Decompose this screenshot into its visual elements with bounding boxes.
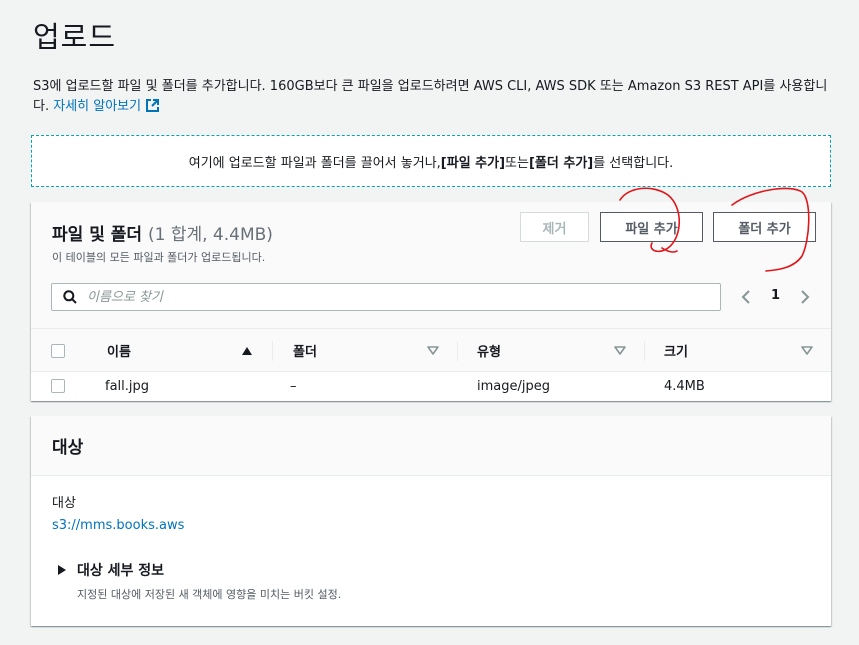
- destination-details-title: 대상 세부 정보: [77, 563, 165, 579]
- table-row[interactable]: fall.jpg – image/jpeg 4.4MB: [31, 372, 831, 401]
- files-panel-title: 파일 및 폴더 (1 합계, 4.4MB): [52, 220, 273, 245]
- destination-details-expander[interactable]: 대상 세부 정보: [58, 560, 164, 580]
- destination-panel-header: 대상: [31, 416, 831, 476]
- sort-ascending-icon[interactable]: [242, 347, 252, 355]
- remove-button[interactable]: 제거: [520, 212, 589, 242]
- pagination-prev-icon[interactable]: [740, 289, 752, 305]
- destination-link[interactable]: s3://mms.books.aws: [52, 518, 184, 533]
- dropzone-add-folder: [폴더 추가]: [528, 155, 594, 171]
- row-type: image/jpeg: [477, 379, 550, 394]
- add-files-button[interactable]: 파일 추가: [600, 212, 703, 242]
- upload-dropzone[interactable]: 여기에 업로드할 파일과 폴더를 끌어서 놓거나, [파일 추가] 또는 [폴더…: [31, 135, 831, 187]
- table-header: 이름 폴더 유형 크기: [31, 328, 831, 372]
- select-all-checkbox[interactable]: [51, 344, 65, 358]
- row-name: fall.jpg: [105, 379, 150, 394]
- external-link-icon: [146, 99, 160, 112]
- page-title: 업로드: [33, 20, 117, 54]
- dropzone-add-files: [파일 추가]: [440, 155, 506, 171]
- column-header-type[interactable]: 유형: [477, 329, 501, 371]
- destination-panel-title: 대상: [52, 438, 84, 458]
- column-divider: [457, 341, 458, 361]
- search-icon: [63, 290, 77, 304]
- pagination-next-icon[interactable]: [799, 289, 811, 305]
- column-header-name[interactable]: 이름: [107, 329, 131, 371]
- sort-icon[interactable]: [427, 346, 439, 355]
- dropzone-prefix: 여기에 업로드할 파일과 폴더를 끌어서 놓거나,: [188, 155, 441, 171]
- caret-right-icon: [58, 565, 66, 575]
- column-header-size[interactable]: 크기: [664, 329, 688, 371]
- files-and-folders-panel: 파일 및 폴더 (1 합계, 4.4MB) 이 테이블의 모든 파일과 폴더가 …: [31, 202, 831, 401]
- search-input[interactable]: [87, 289, 687, 305]
- files-count: (1 합계, 4.4MB): [147, 225, 273, 245]
- page-description: S3에 업로드할 파일 및 폴더를 추가합니다. 160GB보다 큰 파일을 업…: [33, 77, 833, 117]
- sort-icon[interactable]: [614, 346, 626, 355]
- destination-panel: 대상 대상 s3://mms.books.aws 대상 세부 정보 지정된 대상…: [31, 416, 831, 626]
- learn-more-label: 자세히 알아보기: [53, 99, 142, 114]
- column-divider: [272, 341, 273, 361]
- row-folder: –: [290, 379, 297, 394]
- learn-more-link[interactable]: 자세히 알아보기: [53, 99, 160, 114]
- column-divider: [644, 341, 645, 361]
- search-box: [51, 283, 721, 311]
- files-panel-header: 파일 및 폴더 (1 합계, 4.4MB) 이 테이블의 모든 파일과 폴더가 …: [31, 202, 831, 328]
- sort-icon[interactable]: [801, 346, 813, 355]
- column-header-folder[interactable]: 폴더: [293, 329, 317, 371]
- pagination-page-number[interactable]: 1: [771, 288, 780, 303]
- dropzone-middle: 또는: [505, 155, 529, 171]
- files-panel-subtitle: 이 테이블의 모든 파일과 폴더가 업로드됩니다.: [52, 251, 266, 264]
- add-folder-button[interactable]: 폴더 추가: [713, 212, 816, 242]
- row-size: 4.4MB: [664, 379, 705, 394]
- destination-label: 대상: [52, 496, 76, 511]
- dropzone-suffix: 를 선택합니다.: [593, 155, 674, 171]
- row-checkbox[interactable]: [51, 379, 65, 393]
- destination-details-subtitle: 지정된 대상에 저장된 새 객체에 영향을 미치는 버킷 설정.: [77, 588, 342, 601]
- files-title-text: 파일 및 폴더: [52, 225, 143, 245]
